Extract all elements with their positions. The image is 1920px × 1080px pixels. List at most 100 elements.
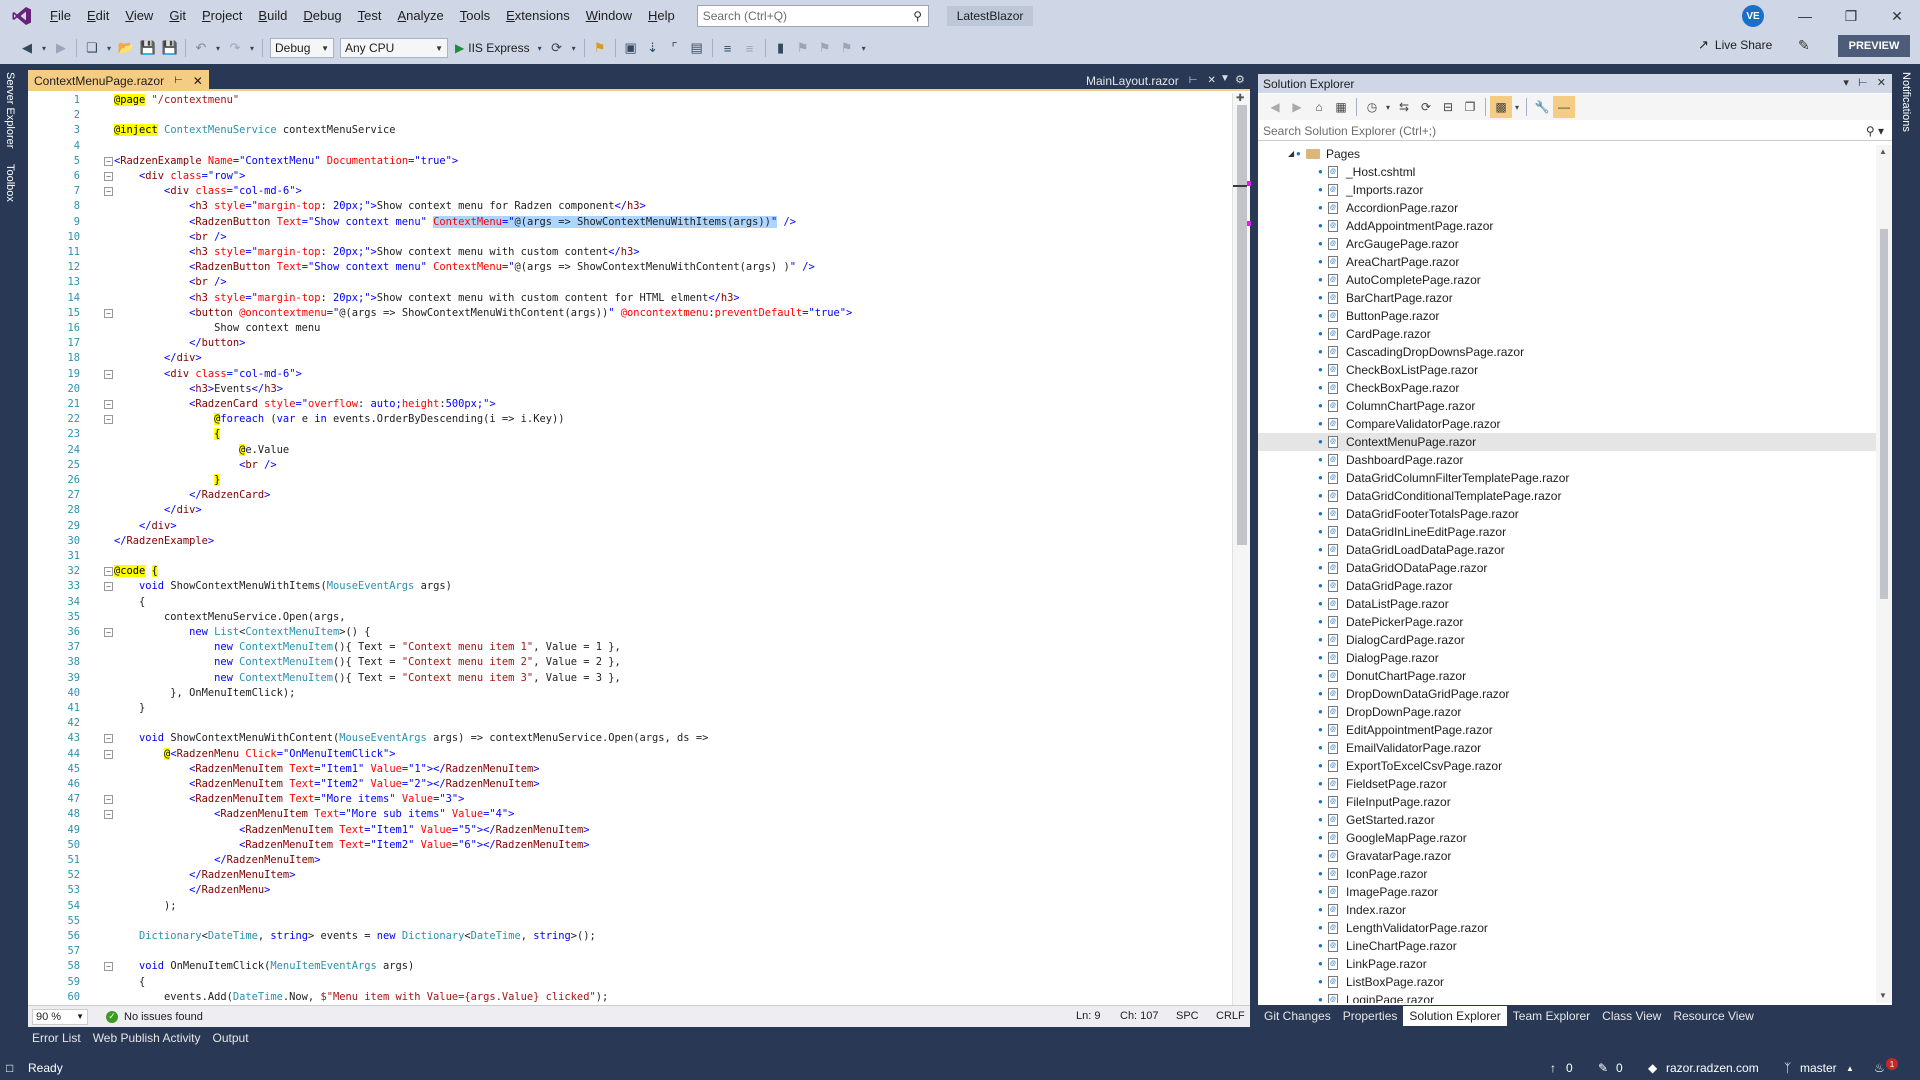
tree-file-item[interactable]: ● @ EmailValidatorPage.razor [1258,739,1876,757]
whitespace-mode[interactable]: SPC [1176,1010,1199,1022]
tree-file-item[interactable]: ● @ DatePickerPage.razor [1258,613,1876,631]
show-all-files-icon[interactable]: ❐ [1459,96,1481,118]
tree-file-item[interactable]: ● @ CompareValidatorPage.razor [1258,415,1876,433]
se-vertical-scrollbar[interactable]: ▲ ▼ [1876,145,1892,1003]
tab-team-explorer[interactable]: Team Explorer [1507,1006,1596,1026]
new-project-icon[interactable]: ❏ [81,37,103,59]
code-line[interactable]: 3 @inject ContextMenuService contextMenuS… [28,123,1232,138]
navigate-back-icon[interactable]: ◀ [16,37,38,59]
sync-icon[interactable]: ⇆ [1393,96,1415,118]
code-line[interactable]: 17 </button> [28,336,1232,351]
code-line[interactable]: 54 ); [28,899,1232,914]
code-line[interactable]: 34 { [28,595,1232,610]
comment-icon[interactable]: ≡ [717,37,739,59]
code-line[interactable]: 10 <br /> [28,230,1232,245]
tab-context-menu-page[interactable]: ContextMenuPage.razor ⊢ ✕ [28,70,209,91]
preview-selected-icon[interactable]: ▩ [1490,96,1512,118]
tree-file-item[interactable]: ● @ BarChartPage.razor [1258,289,1876,307]
code-line[interactable]: 11 <h3 style="margin-top: 20px;">Show co… [28,245,1232,260]
code-line[interactable]: 1 @page "/contextmenu" [28,93,1232,108]
tree-folder-pages[interactable]: ◢ ● Pages [1258,145,1876,163]
code-line[interactable]: 4 [28,139,1232,154]
menu-extensions[interactable]: Extensions [498,4,578,28]
tree-file-item[interactable]: ● @ DataGridODataPage.razor [1258,559,1876,577]
tab-resource-view[interactable]: Resource View [1667,1006,1759,1026]
tree-file-item[interactable]: ● @ IconPage.razor [1258,865,1876,883]
search-box[interactable]: Search (Ctrl+Q) ⚲ [696,5,929,27]
expanded-caret-icon[interactable]: ◢ [1288,145,1294,163]
live-share-button[interactable]: ↗ Live Share [1698,37,1772,53]
code-line[interactable]: 31 [28,549,1232,564]
code-line[interactable]: 55 [28,914,1232,929]
code-line[interactable]: 18 </div> [28,351,1232,366]
restore-button[interactable]: ❐ [1828,0,1874,32]
tree-file-item[interactable]: ● @ EditAppointmentPage.razor [1258,721,1876,739]
collapse-icon[interactable]: − [104,628,113,637]
collapse-icon[interactable]: − [104,810,113,820]
menu-window[interactable]: Window [578,4,640,28]
tree-file-item[interactable]: ● @ ButtonPage.razor [1258,307,1876,325]
tab-output[interactable]: Output [207,1031,255,1045]
tree-file-item[interactable]: ● @ _Host.cshtml [1258,163,1876,181]
tree-file-item[interactable]: ● @ DashboardPage.razor [1258,451,1876,469]
pin-icon[interactable]: ⊢ [174,75,183,86]
tree-file-item[interactable]: ● @ DropDownDataGridPage.razor [1258,685,1876,703]
scroll-up-icon[interactable]: ▲ [1879,147,1887,156]
code-line[interactable]: 45 <RadzenMenuItem Text="Item1" Value="1… [28,762,1232,777]
clear-bookmarks-icon[interactable]: ⚑ [836,37,858,59]
code-line[interactable]: 30 </RadzenExample> [28,534,1232,549]
se-scroll-thumb[interactable] [1880,229,1888,599]
collapse-icon[interactable]: − [104,400,113,409]
solution-explorer-search[interactable]: Search Solution Explorer (Ctrl+;) ⚲ ▾ [1258,121,1892,141]
code-line[interactable]: 5 − <RadzenExample Name="ContextMenu" Docu… [28,154,1232,169]
code-line[interactable]: 47 − <RadzenMenuItem Text="More items" Va… [28,792,1232,807]
code-line[interactable]: 23 { [28,427,1232,442]
preview-button[interactable]: PREVIEW [1838,35,1910,57]
tree-file-item[interactable]: ● @ ColumnChartPage.razor [1258,397,1876,415]
tree-file-item[interactable]: ● @ LineChartPage.razor [1258,937,1876,955]
tree-file-item[interactable]: ● @ DataGridPage.razor [1258,577,1876,595]
undo-dropdown-icon[interactable]: ▾ [212,37,224,59]
refresh-icon[interactable]: ⟳ [1415,96,1437,118]
collapse-icon[interactable]: − [104,187,113,197]
tab-git-changes[interactable]: Git Changes [1258,1006,1337,1026]
code-line[interactable]: 53 </RadzenMenu> [28,883,1232,898]
collapse-icon[interactable]: − [104,308,113,318]
tree-file-item[interactable]: ● @ AddAppointmentPage.razor [1258,217,1876,235]
menu-view[interactable]: View [117,4,161,28]
tree-file-item[interactable]: ● @ Index.razor [1258,901,1876,919]
tree-file-item[interactable]: ● @ DataListPage.razor [1258,595,1876,613]
platform-dropdown[interactable]: Any CPU ▼ [340,38,448,58]
new-project-dropdown-icon[interactable]: ▾ [103,37,115,59]
notifications-tab[interactable]: Notifications [1900,72,1912,132]
tree-file-item[interactable]: ● @ LoginPage.razor [1258,991,1876,1003]
user-avatar[interactable]: VE [1742,5,1764,27]
tree-file-item[interactable]: ● @ DataGridConditionalTemplatePage.razor [1258,487,1876,505]
code-line[interactable]: 12 <RadzenButton Text="Show context menu… [28,260,1232,275]
tab-list-dropdown-icon[interactable]: ▼ [1220,73,1230,84]
tree-file-item[interactable]: ● @ DataGridInLineEditPage.razor [1258,523,1876,541]
forward-icon[interactable]: ▶ [1286,96,1308,118]
tab-class-view[interactable]: Class View [1596,1006,1667,1026]
visual-studio-logo-icon[interactable] [8,4,36,28]
code-line[interactable]: 49 <RadzenMenuItem Text="Item1" Value="5… [28,823,1232,838]
editor-scroll-thumb[interactable] [1237,105,1247,545]
code-line[interactable]: 35 contextMenuService.Open(args, [28,610,1232,625]
collapse-all-icon[interactable]: ⊟ [1437,96,1459,118]
scroll-down-icon[interactable]: ▼ [1879,991,1887,1000]
collapse-icon[interactable]: − [104,172,113,181]
pin-icon[interactable]: ⊢ [1189,75,1198,86]
code-line[interactable]: 57 [28,944,1232,959]
code-line[interactable]: 19 − <div class="col-md-6"> [28,367,1232,382]
chevron-down-icon[interactable]: ▾ [1843,77,1849,89]
unpushed-count[interactable]: 0 [1566,1061,1573,1075]
code-line[interactable]: 9 <RadzenButton Text="Show context menu"… [28,215,1232,230]
search-icon[interactable]: ⚲ [908,9,928,23]
code-line[interactable]: 60 events.Add(DateTime.Now, $"Menu item … [28,990,1232,1005]
tree-file-item[interactable]: ● @ LengthValidatorPage.razor [1258,919,1876,937]
code-line[interactable]: 27 </RadzenCard> [28,488,1232,503]
code-line[interactable]: 37 new ContextMenuItem(){ Text = "Contex… [28,640,1232,655]
tree-file-item[interactable]: ● @ DialogCardPage.razor [1258,631,1876,649]
tree-file-item[interactable]: ● @ FileInputPage.razor [1258,793,1876,811]
tree-file-item[interactable]: ● @ GravatarPage.razor [1258,847,1876,865]
